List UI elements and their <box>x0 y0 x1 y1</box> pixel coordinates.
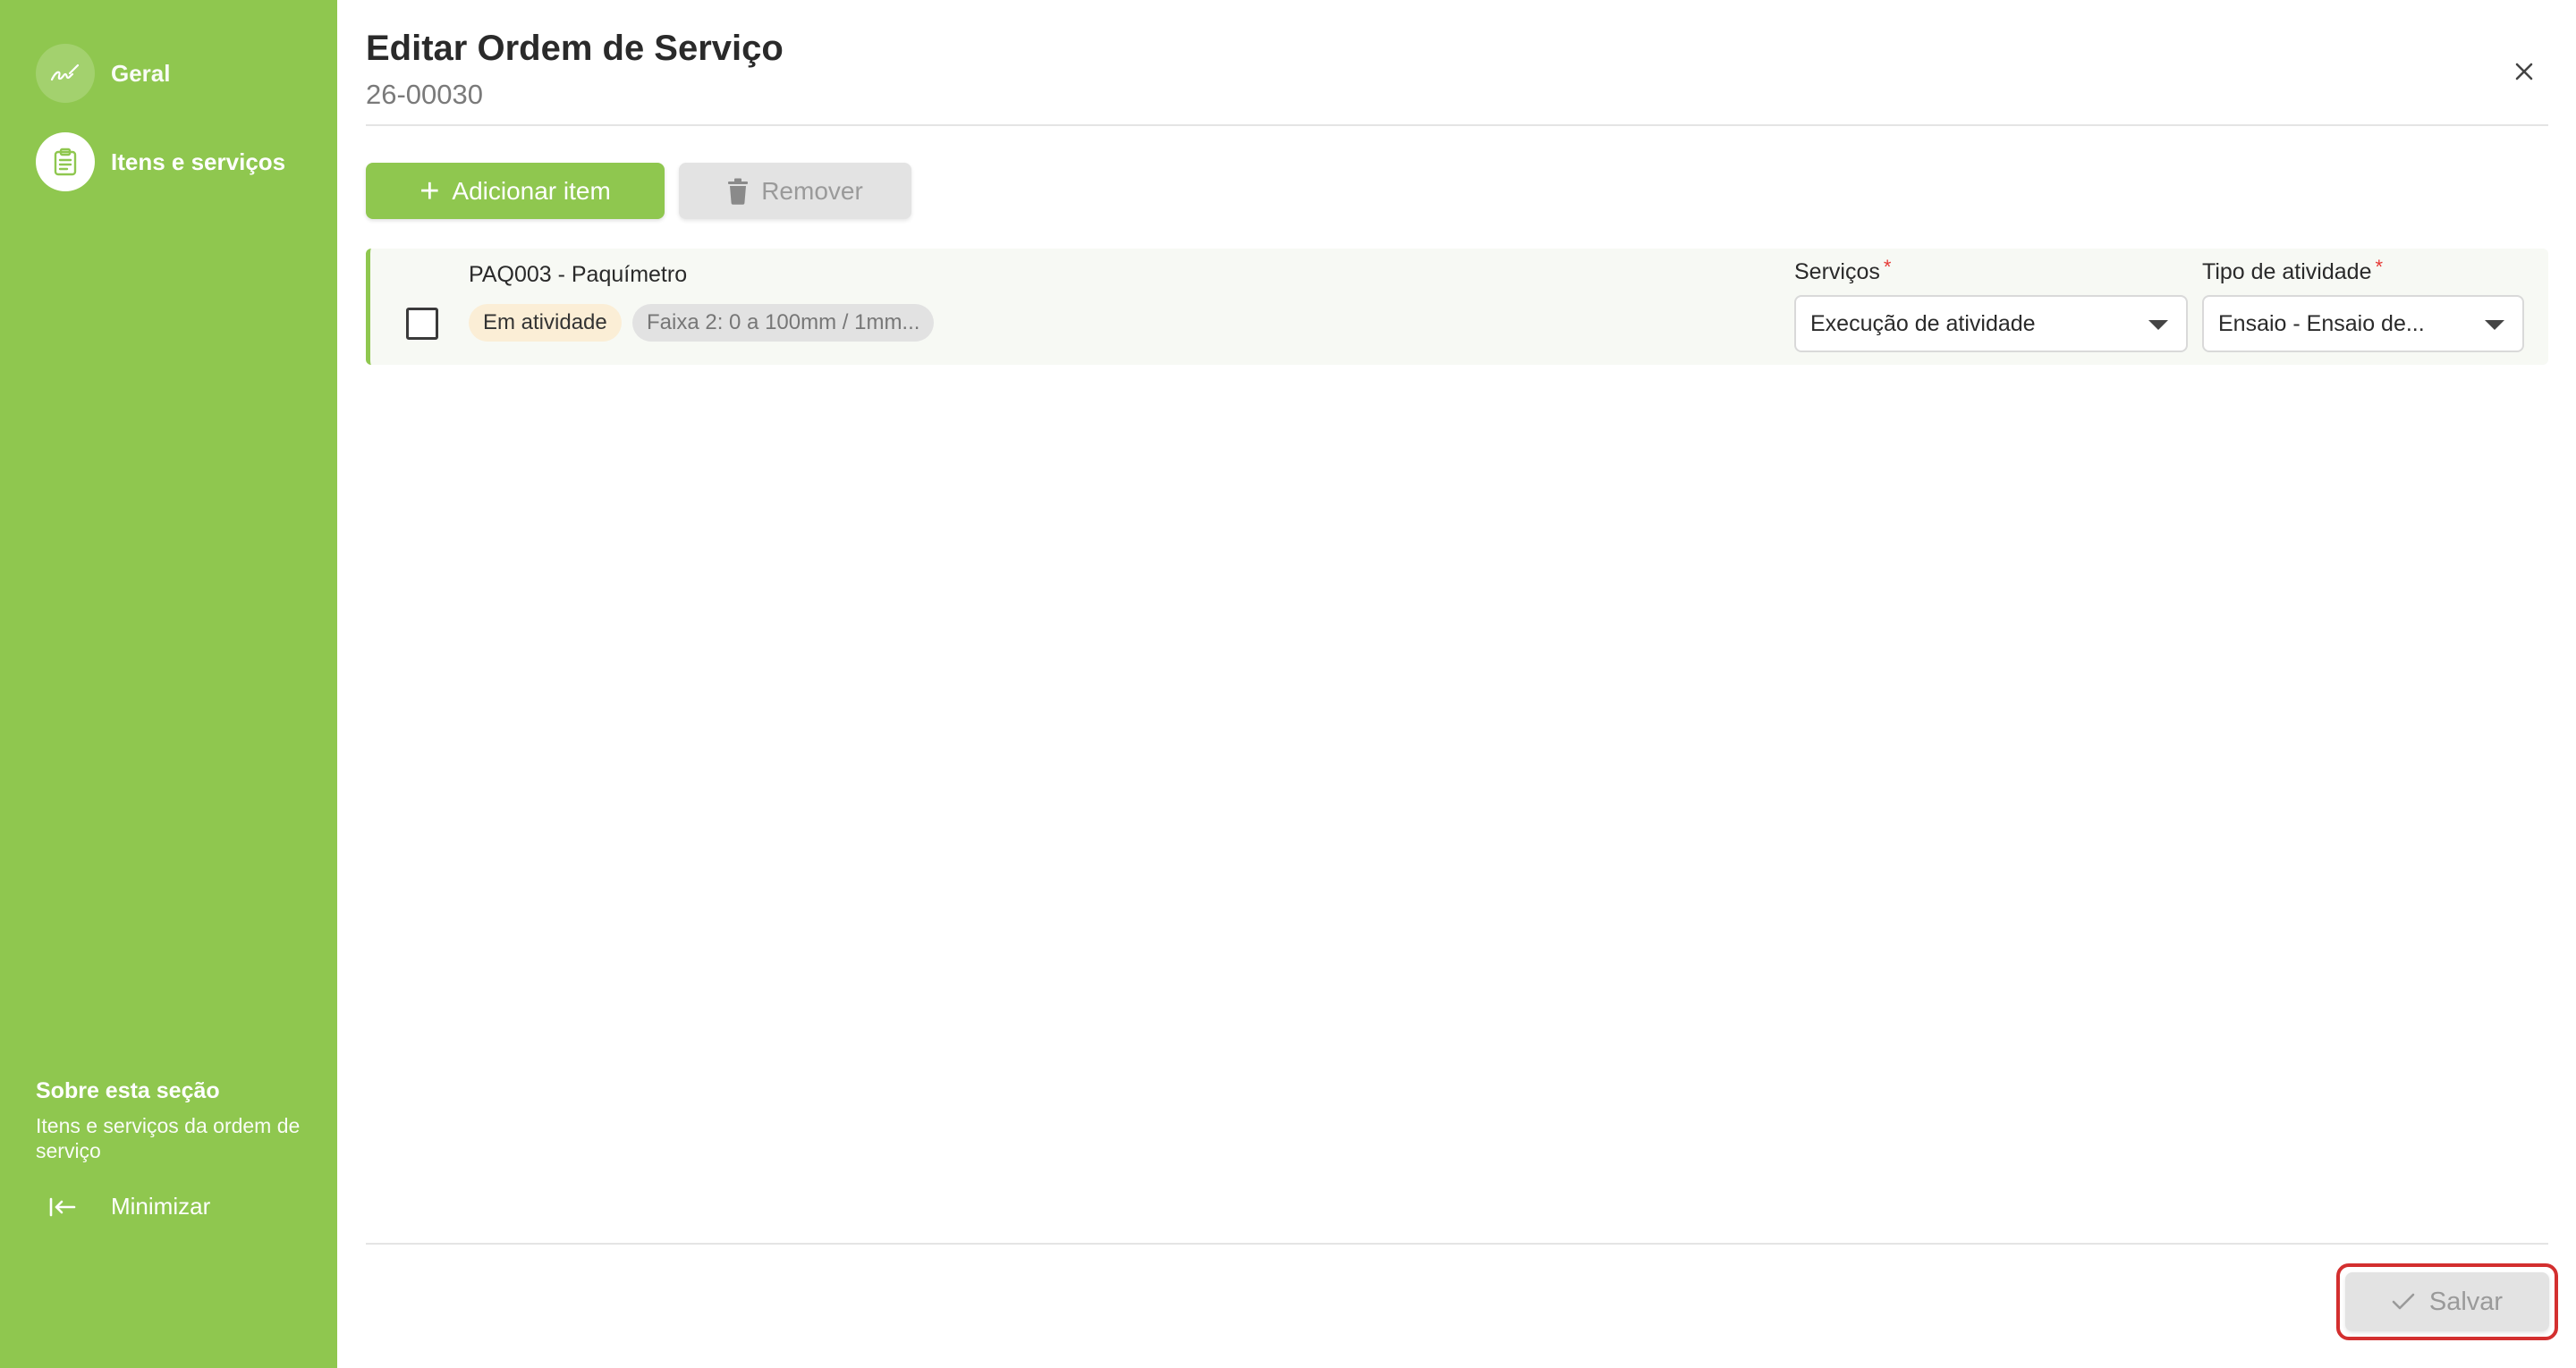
servicos-select[interactable]: Execução de atividade <box>1794 295 2188 352</box>
minimize-label: Minimizar <box>111 1193 211 1220</box>
section-about: Sobre esta seção Itens e serviços da ord… <box>36 1078 304 1163</box>
item-checkbox[interactable] <box>406 308 438 340</box>
order-number: 26-00030 <box>366 79 484 110</box>
status-badge: Em atividade <box>469 304 622 342</box>
required-mark: * <box>1883 256 1892 278</box>
check-icon <box>2392 1293 2415 1310</box>
close-icon <box>2515 63 2533 80</box>
save-button[interactable]: Salvar <box>2345 1272 2549 1331</box>
required-mark: * <box>2375 256 2384 278</box>
sidebar: Geral Itens e serviços Sobre esta seção … <box>0 0 337 1368</box>
save-label: Salvar <box>2428 1287 2504 1316</box>
clipboard-icon <box>36 132 95 191</box>
about-title: Sobre esta seção <box>36 1078 220 1103</box>
servicos-label-text: Serviços <box>1794 259 1880 284</box>
tipo-atividade-value: Ensaio - Ensaio de... <box>2218 310 2425 336</box>
trash-icon <box>728 178 749 205</box>
chevron-down-icon <box>2485 320 2504 330</box>
chevron-down-icon <box>2148 320 2168 330</box>
sidebar-item-geral[interactable]: Geral <box>36 44 171 103</box>
tipo-atividade-label-text: Tipo de atividade <box>2202 259 2372 284</box>
header-divider <box>366 124 2548 126</box>
remove-label: Remover <box>761 176 863 205</box>
tipo-atividade-label: Tipo de atividade * <box>2202 256 2384 285</box>
footer-divider <box>366 1243 2548 1245</box>
range-badge: Faixa 2: 0 a 100mm / 1mm... <box>632 304 935 342</box>
sidebar-item-label: Geral <box>111 59 171 87</box>
plus-icon: + <box>419 172 440 210</box>
add-item-label: Adicionar item <box>452 176 611 205</box>
tipo-atividade-select[interactable]: Ensaio - Ensaio de... <box>2202 295 2524 352</box>
list-item: PAQ003 - Paquímetro Em atividade Faixa 2… <box>366 249 2548 365</box>
sidebar-item-itens-servicos[interactable]: Itens e serviços <box>36 132 285 191</box>
about-text: Itens e serviços da ordem de serviço <box>36 1114 301 1162</box>
item-name: PAQ003 - Paquímetro <box>469 262 688 287</box>
servicos-label: Serviços * <box>1794 256 1892 285</box>
remove-button[interactable]: Remover <box>679 163 911 219</box>
page-title: Editar Ordem de Serviço <box>366 29 784 68</box>
servicos-value: Execução de atividade <box>1810 310 2036 336</box>
add-item-button[interactable]: + Adicionar item <box>366 163 665 219</box>
close-button[interactable] <box>2499 46 2549 97</box>
minimize-button[interactable]: Minimizar <box>48 1193 210 1220</box>
signature-icon <box>36 44 95 103</box>
sidebar-item-label: Itens e serviços <box>111 148 286 175</box>
collapse-left-icon <box>49 1197 76 1216</box>
